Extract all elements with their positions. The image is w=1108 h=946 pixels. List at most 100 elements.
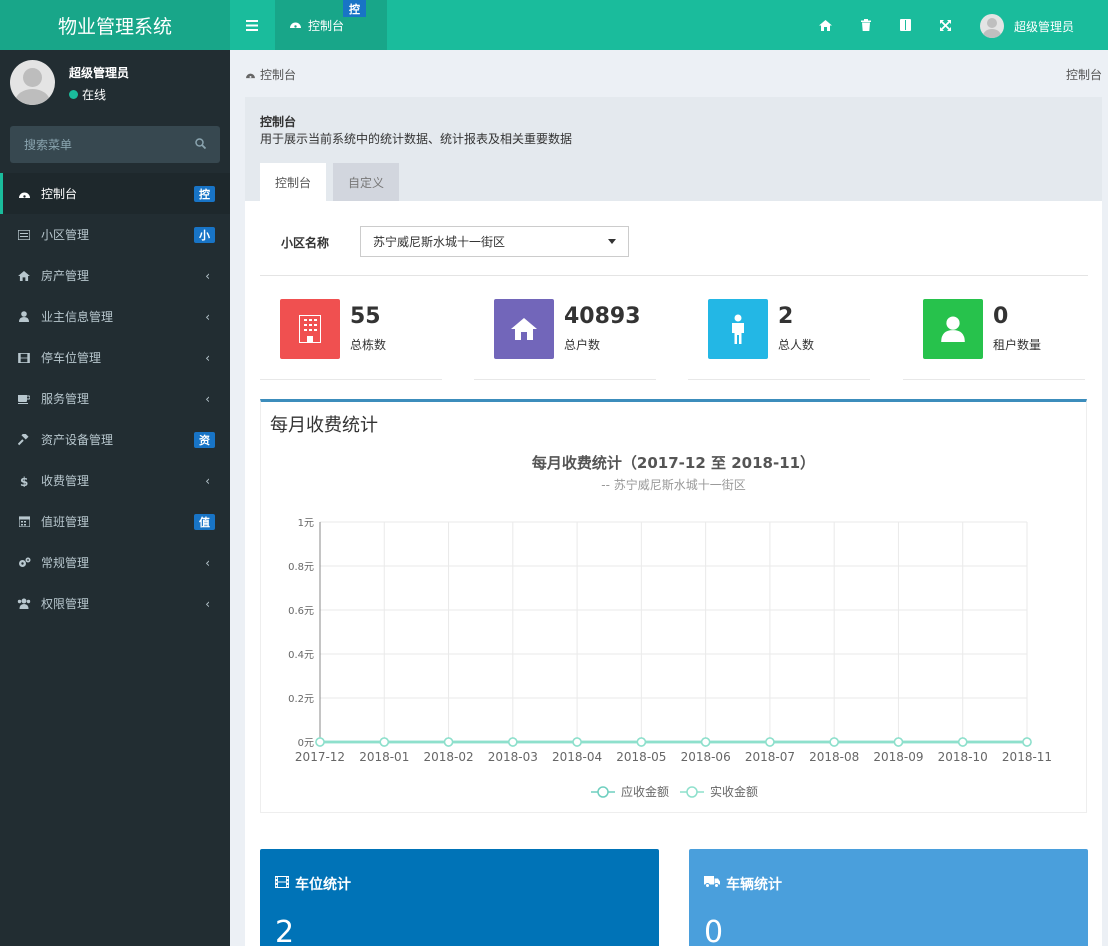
card-title: 车位统计 <box>275 874 351 894</box>
chevron-left-icon: ‹ <box>205 392 210 406</box>
y-tick-label: 1元 <box>298 518 314 529</box>
chevron-left-icon: ‹ <box>205 351 210 365</box>
x-tick-label: 2018-08 <box>809 750 859 764</box>
stat-card: 2 总人数 <box>688 299 870 380</box>
divider <box>260 275 1088 276</box>
legend-label: 实收金额 <box>710 784 758 799</box>
search-icon[interactable] <box>195 137 207 152</box>
menu-badge: 小 <box>194 227 215 243</box>
caret-down-icon <box>608 239 616 244</box>
vehicle-stats-card: 车辆统计 0 <box>689 849 1088 946</box>
cogs-icon <box>17 556 31 570</box>
sidebar-item-9[interactable]: 常规管理 ‹ <box>0 542 230 583</box>
user-icon <box>17 310 31 324</box>
menu-toggle-icon[interactable] <box>240 14 264 36</box>
panel-header: 控制台 用于展示当前系统中的统计数据、统计报表及相关重要数据 控制台 自定义 <box>245 97 1102 201</box>
film-icon <box>275 876 289 892</box>
user-icon <box>923 299 983 359</box>
data-point <box>572 737 582 747</box>
stat-label: 总人数 <box>778 338 815 352</box>
sidebar-item-label: 权限管理 <box>41 597 90 611</box>
building-icon <box>280 299 340 359</box>
search-input[interactable]: 搜索菜单 <box>10 126 220 163</box>
data-point <box>443 737 454 747</box>
x-tick-label: 2018-01 <box>359 750 409 764</box>
data-point <box>765 737 775 747</box>
tab-label: 控制台 <box>308 18 345 33</box>
stat-label: 租户数量 <box>993 338 1042 352</box>
sidebar-item-label: 值班管理 <box>41 515 90 529</box>
status-text: 在线 <box>82 88 107 102</box>
y-tick-label: 0.2元 <box>288 694 314 705</box>
sidebar-item-3[interactable]: 业主信息管理 ‹ <box>0 296 230 337</box>
sidebar-item-7[interactable]: $ 收费管理 ‹ <box>0 460 230 501</box>
sidebar-item-label: 资产设备管理 <box>41 433 114 447</box>
sidebar-item-1[interactable]: 小区管理 小 <box>0 214 230 255</box>
trash-icon[interactable] <box>858 17 874 33</box>
tab-dashboard[interactable]: 控制台 <box>275 0 387 50</box>
dashboard-icon <box>245 68 256 82</box>
panel-description: 用于展示当前系统中的统计数据、统计报表及相关重要数据 <box>260 132 573 146</box>
fullscreen-icon[interactable] <box>937 17 953 33</box>
menu-badge: 控 <box>194 186 215 202</box>
data-point <box>700 737 711 747</box>
stat-card: 0 租户数量 <box>903 299 1085 380</box>
gavel-icon <box>17 433 31 447</box>
card-title-text: 车辆统计 <box>726 877 782 893</box>
stat-value: 40893 <box>564 304 641 329</box>
y-tick-label: 0.4元 <box>288 650 314 661</box>
app-logo[interactable]: 物业管理系统 <box>0 0 230 50</box>
chevron-left-icon: ‹ <box>205 597 210 611</box>
sidebar-item-label: 业主信息管理 <box>41 310 114 324</box>
calendar-icon <box>17 515 31 529</box>
sidebar-item-0[interactable]: 控制台 控 <box>0 173 230 214</box>
sidebar-item-label: 房产管理 <box>41 269 90 283</box>
menu-badge: 资 <box>194 432 215 448</box>
home-icon <box>17 269 31 283</box>
y-tick-label: 0.6元 <box>288 606 314 617</box>
sidebar-item-4[interactable]: 停车位管理 ‹ <box>0 337 230 378</box>
dashboard-icon <box>17 187 31 201</box>
top-user-menu[interactable]: 超级管理员 <box>980 14 1074 38</box>
card-title: 车辆统计 <box>704 874 782 894</box>
person-icon <box>708 299 768 359</box>
sidebar-item-5[interactable]: 服务管理 ‹ <box>0 378 230 419</box>
community-selected-value: 苏宁威尼斯水城十一街区 <box>373 235 506 249</box>
sidebar-item-10[interactable]: 权限管理 ‹ <box>0 583 230 624</box>
chart-box: 每月收费统计 每月收费统计（2017-12 至 2018-11） -- 苏宁威尼… <box>260 399 1087 813</box>
community-select[interactable]: 苏宁威尼斯水城十一街区 <box>360 226 629 257</box>
chevron-left-icon: ‹ <box>205 556 210 570</box>
x-tick-label: 2018-07 <box>745 750 795 764</box>
sidebar-item-8[interactable]: 值班管理 值 <box>0 501 230 542</box>
book-icon[interactable] <box>897 17 913 33</box>
film-icon <box>17 351 31 365</box>
stat-label: 总户数 <box>564 338 601 352</box>
x-tick-label: 2018-05 <box>616 750 666 764</box>
chevron-left-icon: ‹ <box>205 269 210 283</box>
chevron-left-icon: ‹ <box>205 310 210 324</box>
status-indicator: 在线 <box>69 86 129 103</box>
search-placeholder: 搜索菜单 <box>24 138 73 152</box>
stat-value: 0 <box>993 304 1009 329</box>
stat-card: 40893 总户数 <box>474 299 656 380</box>
x-tick-label: 2018-11 <box>1002 750 1052 764</box>
breadcrumb-right: 控制台 <box>1065 68 1102 82</box>
stat-value: 2 <box>778 304 794 329</box>
sidebar-item-6[interactable]: 资产设备管理 资 <box>0 419 230 460</box>
data-point <box>379 737 390 747</box>
sidebar-item-2[interactable]: 房产管理 ‹ <box>0 255 230 296</box>
tab-dashboard[interactable]: 控制台 <box>260 163 327 201</box>
data-point <box>957 737 968 747</box>
x-tick-label: 2018-02 <box>423 750 473 764</box>
home-icon[interactable] <box>817 17 833 33</box>
tab-custom[interactable]: 自定义 <box>333 163 400 201</box>
tab-badge: 控 <box>343 0 366 17</box>
svg-text:$: $ <box>20 475 28 487</box>
stat-card: 55 总栋数 <box>260 299 442 380</box>
sidebar-item-label: 服务管理 <box>41 392 90 406</box>
breadcrumb-current[interactable]: 控制台 <box>260 66 296 83</box>
card-value: 2 <box>275 915 295 946</box>
data-point <box>893 737 904 747</box>
sidebar-user-panel: 超级管理员 在线 <box>10 60 129 105</box>
avatar <box>980 14 1004 38</box>
